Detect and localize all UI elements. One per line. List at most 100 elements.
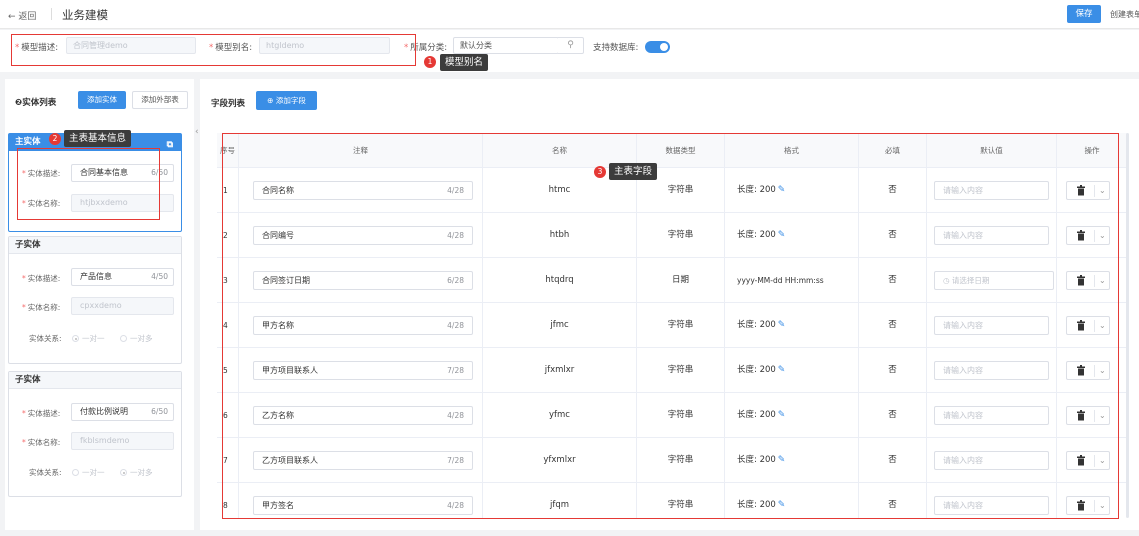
divider [1094,185,1095,197]
default-value-input[interactable]: 请输入内容 [934,316,1049,335]
add-external-table-button[interactable]: 添加外部表 [132,91,188,109]
edit-icon[interactable]: ✎ [778,185,786,195]
comment-input[interactable]: 合同名称 4/28 [253,181,473,200]
add-entity-button[interactable]: 添加实体 [78,91,126,109]
sub-entity-name-input[interactable]: cpxxdemo [71,297,174,315]
row-required[interactable]: 否 [859,258,927,303]
sub-entity-desc-input[interactable]: 付款比例说明 6/50 [71,403,174,421]
row-format-cell: 长度: 200 ✎ [725,438,859,483]
row-name: jfmc [483,303,637,348]
row-action-group[interactable]: ⌄ [1066,496,1110,515]
create-form-button[interactable]: 创建表单 [1110,9,1139,20]
default-value-input[interactable]: 请输入内容 [934,226,1049,245]
sub-entity-name-input[interactable]: fkblsmdemo [71,432,174,450]
comment-input[interactable]: 甲方项目联系人 7/28 [253,361,473,380]
sub-entity-card[interactable]: 子实体 * 实体描述: 产品信息 4/50 * 实体名称: cpxxdemo 实体关系… [8,236,182,364]
edit-icon[interactable]: ✎ [778,230,786,240]
trash-icon[interactable] [1077,455,1085,466]
row-action-group[interactable]: ⌄ [1066,316,1110,335]
comment-input[interactable]: 甲方签名 4/28 [253,496,473,515]
default-value-input[interactable]: 请输入内容 [934,496,1049,515]
default-date-picker[interactable]: ◷ 请选择日期 [934,271,1054,290]
edit-icon[interactable]: ✎ [778,500,786,510]
row-required[interactable]: 否 [859,483,927,519]
row-required[interactable]: 否 [859,213,927,258]
main-entity-card[interactable]: 主实体 ⧉ * 实体描述: 合同基本信息 6/50 * 实体名称: htjbxxdemo [8,133,182,232]
comment-input[interactable]: 乙方项目联系人 7/28 [253,451,473,470]
divider [1094,320,1095,332]
comment-input[interactable]: 合同签订日期 6/28 [253,271,473,290]
add-field-button[interactable]: ⊕ 添加字段 [256,91,317,110]
chevron-down-icon[interactable]: ⌄ [1099,226,1106,245]
relation-one-to-many-radio[interactable]: 一对多 [120,333,153,344]
collapse-icon[interactable]: ‹ [195,127,199,137]
comment-input[interactable]: 合同编号 4/28 [253,226,473,245]
row-action-group[interactable]: ⌄ [1066,361,1110,380]
category-select[interactable]: 默认分类 [453,37,559,54]
chevron-down-icon[interactable]: ⌄ [1099,316,1106,335]
chevron-down-icon[interactable]: ⌄ [1099,271,1106,290]
row-type[interactable]: 字符串 [637,438,725,483]
row-action-group[interactable]: ⌄ [1066,451,1110,470]
default-value-input[interactable]: 请输入内容 [934,361,1049,380]
row-required[interactable]: 否 [859,348,927,393]
trash-icon[interactable] [1077,275,1085,286]
relation-one-to-one-radio[interactable]: 一对一 [72,467,105,478]
row-required[interactable]: 否 [859,438,927,483]
trash-icon[interactable] [1077,410,1085,421]
row-type[interactable]: 字符串 [637,303,725,348]
comment-input[interactable]: 甲方名称 4/28 [253,316,473,335]
trash-icon[interactable] [1077,320,1085,331]
edit-icon[interactable]: ✎ [778,410,786,420]
table-row: 8 甲方签名 4/28 jfqm 字符串 长度: 200 ✎ 否请输入内容 ⌄ [217,483,1127,519]
support-db-toggle[interactable] [645,41,670,53]
trash-icon[interactable] [1077,365,1085,376]
edit-icon[interactable]: ✎ [778,455,786,465]
row-required[interactable]: 否 [859,168,927,213]
default-value-input[interactable]: 请输入内容 [934,406,1049,425]
sub-entity-header: 子实体 [9,372,181,389]
trash-icon[interactable] [1077,185,1085,196]
copy-icon[interactable]: ⧉ [167,137,173,154]
chevron-down-icon[interactable]: ⌄ [1099,406,1106,425]
sub-entity-desc-label: * 实体描述: [22,274,61,283]
default-value-input[interactable]: 请输入内容 [934,451,1049,470]
main-entity-name-input[interactable]: htjbxxdemo [71,194,174,212]
row-type[interactable]: 字符串 [637,483,725,519]
row-type[interactable]: 日期 [637,258,725,303]
table-scrollbar[interactable] [1126,133,1129,518]
model-alias-input[interactable]: htgldemo [259,37,390,54]
row-action-group[interactable]: ⌄ [1066,181,1110,200]
chevron-down-icon[interactable]: ⌄ [1099,496,1106,515]
row-type[interactable]: 字符串 [637,348,725,393]
row-type[interactable]: 字符串 [637,393,725,438]
row-action-group[interactable]: ⌄ [1066,226,1110,245]
chevron-down-icon[interactable]: ⌄ [1099,181,1106,200]
chevron-down-icon[interactable]: ⌄ [1099,361,1106,380]
relation-one-to-one-radio[interactable]: 一对一 [72,333,105,344]
main-entity-desc-input[interactable]: 合同基本信息 6/50 [71,164,174,182]
default-value-input[interactable]: 请输入内容 [934,181,1049,200]
model-desc-input[interactable]: 合同管理demo [66,37,196,54]
row-type[interactable]: 字符串 [637,213,725,258]
comment-input[interactable]: 乙方名称 4/28 [253,406,473,425]
back-link[interactable]: ← 返回 [8,9,36,22]
relation-one-to-many-radio[interactable]: 一对多 [120,467,153,478]
row-action-group[interactable]: ⌄ [1066,406,1110,425]
col-header-actions: 操作 [1084,146,1100,155]
field-table: 序号 注释 名称 数据类型 格式 必填 默认值 操作 1 合同名称 4/28 htmc… [217,133,1127,519]
edit-icon[interactable]: ✎ [778,320,786,330]
trash-icon[interactable] [1077,230,1085,241]
edit-icon[interactable]: ✎ [778,365,786,375]
row-required[interactable]: 否 [859,303,927,348]
trash-icon[interactable] [1077,500,1085,511]
sub-entity-card[interactable]: 子实体 * 实体描述: 付款比例说明 6/50 * 实体名称: fkblsmdemo … [8,371,182,497]
row-comment-cell: 乙方项目联系人 7/28 [239,438,483,483]
sub-entity-desc-input[interactable]: 产品信息 4/50 [71,268,174,286]
save-button[interactable]: 保存 [1067,5,1101,23]
row-comment-cell: 合同签订日期 6/28 [239,258,483,303]
chevron-down-icon[interactable]: ⌄ [1099,451,1106,470]
row-action-group[interactable]: ⌄ [1066,271,1110,290]
row-required[interactable]: 否 [859,393,927,438]
search-icon[interactable]: ⚲ [558,37,584,54]
